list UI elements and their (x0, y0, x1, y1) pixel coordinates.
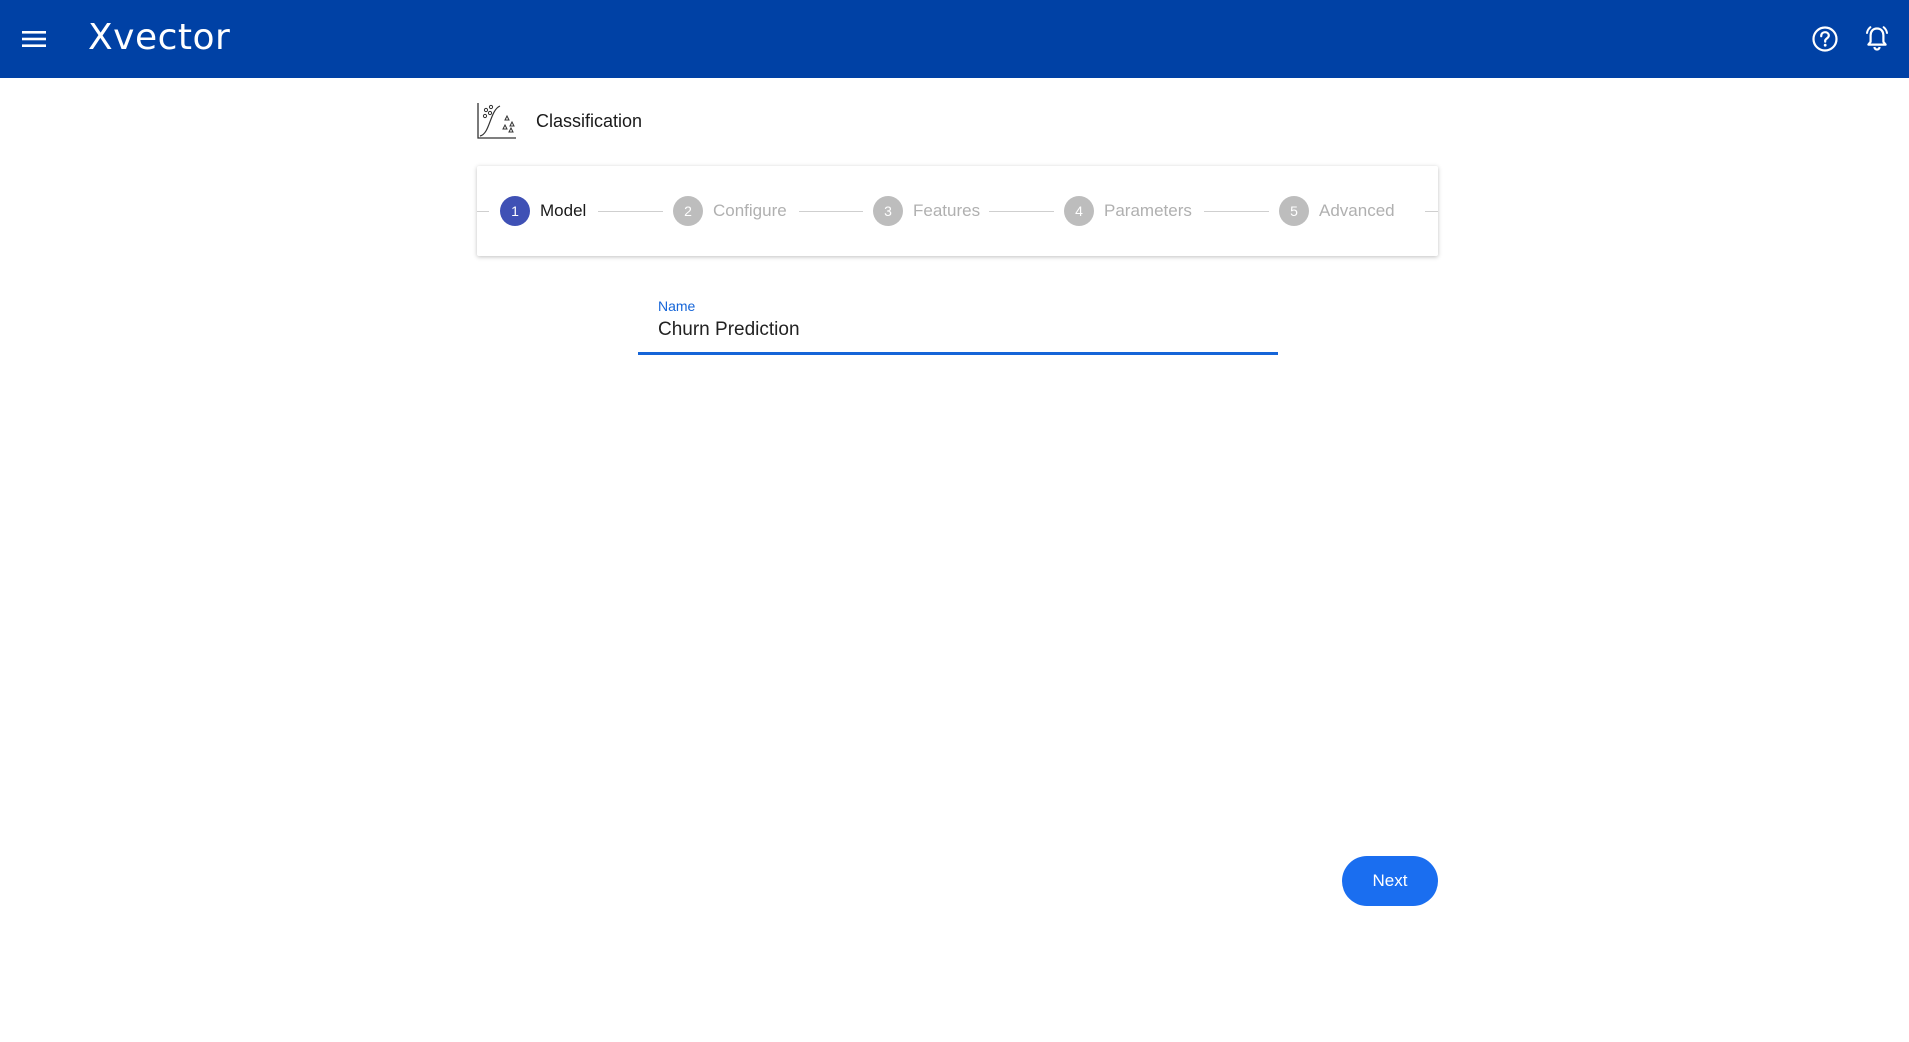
step-connector (598, 211, 663, 212)
step-label: Configure (713, 201, 787, 220)
step-connector (1204, 211, 1269, 212)
step-advanced[interactable]: 5 Advanced (1279, 196, 1395, 226)
step-model[interactable]: 1 Model (500, 196, 586, 226)
next-button[interactable]: Next (1342, 856, 1438, 906)
page-header: Classification (476, 102, 642, 140)
step-connector (477, 211, 489, 212)
step-features[interactable]: 3 Features (873, 196, 980, 226)
hamburger-menu-icon (22, 31, 46, 47)
step-number: 1 (500, 196, 530, 226)
wizard-stepper: 1 Model 2 Configure 3 Features 4 Paramet… (477, 166, 1438, 256)
step-number: 3 (873, 196, 903, 226)
step-number: 2 (673, 196, 703, 226)
help-button[interactable] (1803, 17, 1847, 61)
notification-bell-icon (1866, 26, 1888, 51)
classification-chart-icon (477, 103, 516, 139)
page-title: Classification (536, 110, 643, 131)
step-label: Model (540, 201, 587, 220)
name-field: Name (638, 295, 1278, 355)
step-connector (1425, 211, 1438, 212)
app-logo[interactable]: Xvector (88, 16, 230, 60)
step-connector (799, 211, 863, 212)
step-parameters[interactable]: 4 Parameters (1064, 196, 1192, 226)
step-number: 4 (1064, 196, 1094, 226)
step-label: Advanced (1319, 201, 1395, 220)
step-label: Parameters (1104, 201, 1192, 220)
name-field-label: Name (658, 298, 696, 314)
step-number: 5 (1279, 196, 1309, 226)
help-circle-icon (1812, 26, 1838, 52)
notifications-button[interactable] (1855, 17, 1899, 61)
name-input[interactable] (658, 319, 1258, 341)
step-configure[interactable]: 2 Configure (673, 196, 787, 226)
step-connector (989, 211, 1054, 212)
menu-button[interactable] (14, 19, 54, 59)
name-field-underline (638, 352, 1278, 355)
step-label: Features (913, 201, 981, 220)
app-bar: Xvector (0, 0, 1909, 78)
